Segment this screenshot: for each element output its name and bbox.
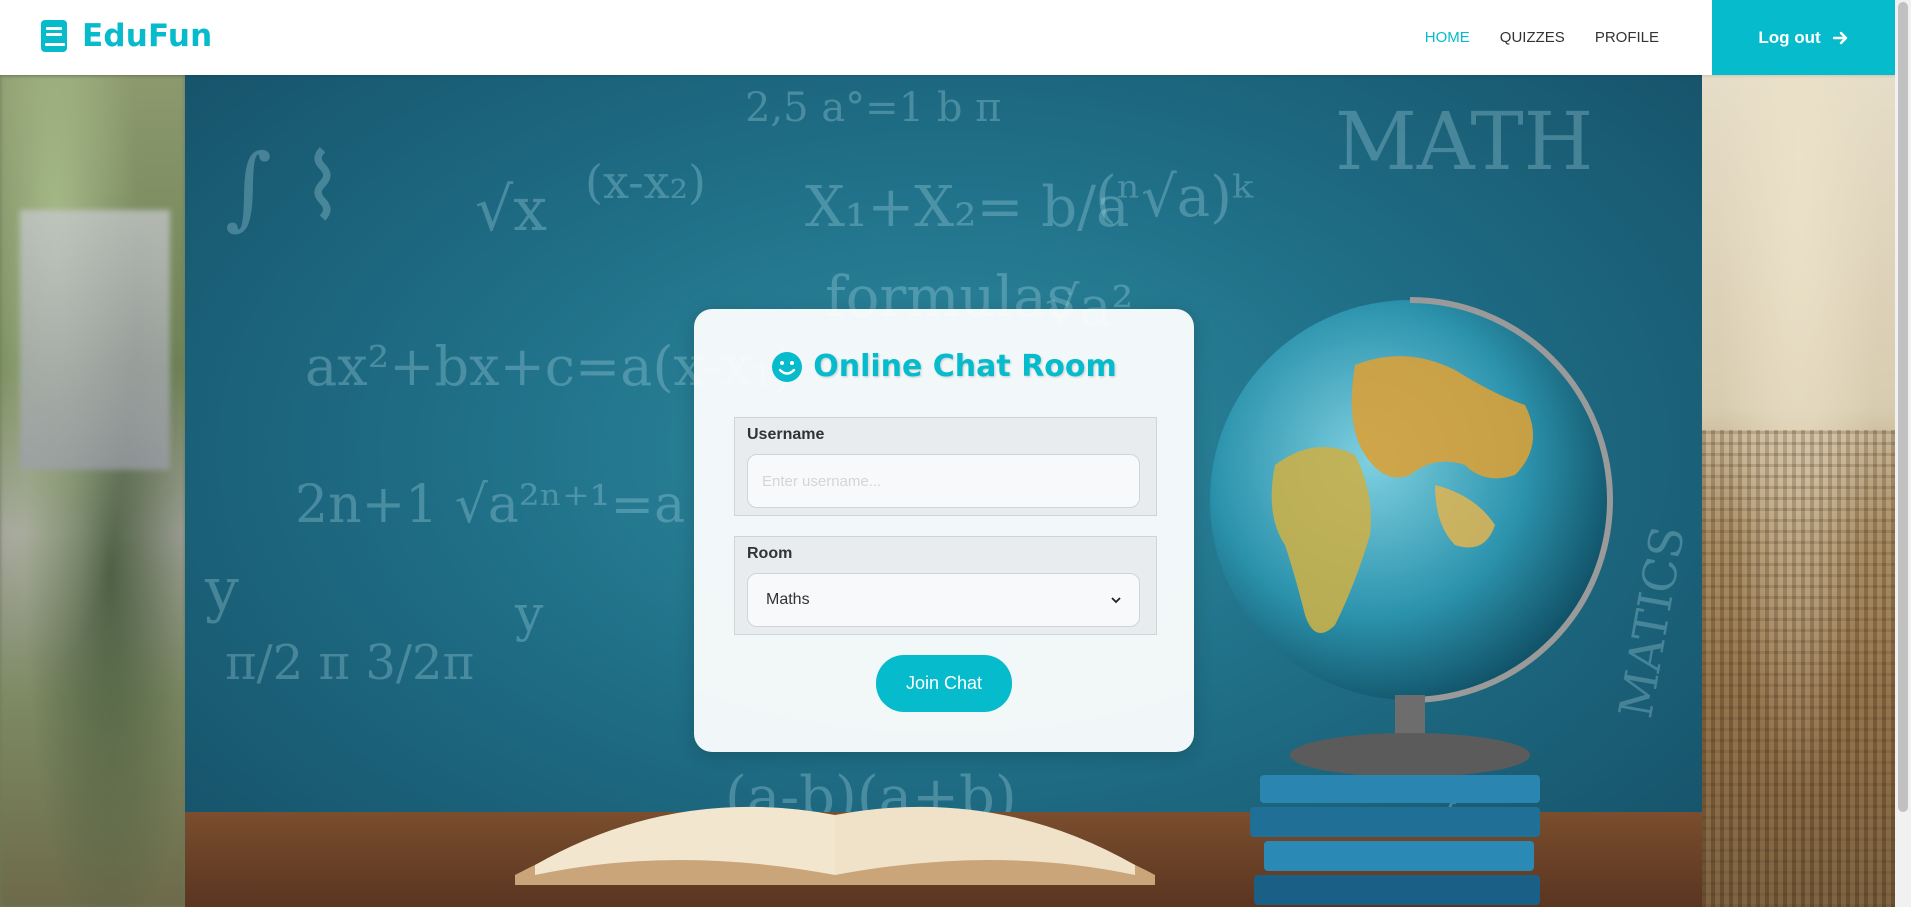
chat-room-title: Online Chat Room [813,349,1117,384]
scrollbar-thumb[interactable] [1898,2,1908,812]
book-stack-illustration [1250,775,1540,905]
top-navbar: EduFun HOME QUIZZES PROFILE Log out [0,0,1895,75]
join-chat-button[interactable]: Join Chat [876,655,1012,712]
nav-profile[interactable]: PROFILE [1595,29,1659,46]
globe-illustration [1210,297,1613,777]
brand-name: EduFun [82,18,213,54]
room-select[interactable]: Maths [747,573,1140,627]
brand[interactable]: EduFun [40,18,212,54]
logout-label: Log out [1758,27,1821,47]
book-icon [41,20,67,52]
username-label: Username [747,426,825,443]
background-left-garden [0,75,185,907]
smile-icon [772,351,803,382]
nav-quizzes[interactable]: QUIZZES [1500,29,1565,46]
card-title: Online Chat Room [694,349,1194,384]
nav-home[interactable]: HOME [1425,29,1470,46]
open-book-illustration [515,806,1155,885]
username-input[interactable] [747,454,1140,508]
room-group: Room Maths [734,536,1157,635]
arrow-right-icon [1832,31,1847,44]
chat-room-card: Online Chat Room Username Room Maths Joi… [694,309,1194,752]
logout-button[interactable]: Log out [1712,0,1895,75]
room-selected-value: Maths [766,591,810,608]
chevron-down-icon [1111,596,1121,603]
background-left-wall [20,210,170,470]
username-group: Username [734,417,1157,516]
nav-links: HOME QUIZZES PROFILE [1395,0,1659,75]
room-label: Room [747,545,793,562]
background-right-city [1702,430,1895,907]
page-scrollbar[interactable] [1895,0,1911,907]
